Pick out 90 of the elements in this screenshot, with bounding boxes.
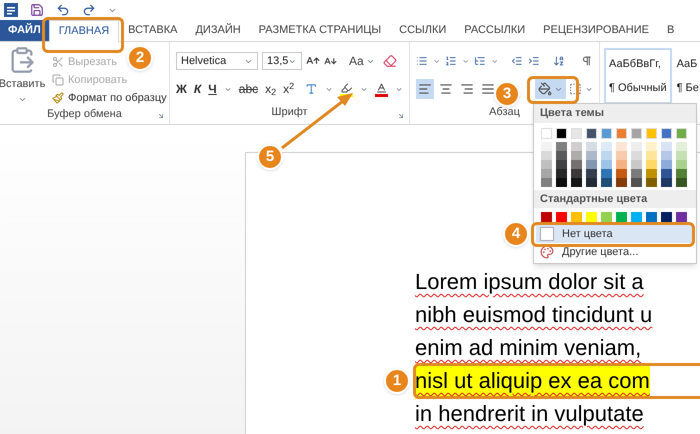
ribbon-tab[interactable]: ССЫЛКИ — [390, 20, 456, 41]
dialog-launcher-icon[interactable] — [157, 112, 165, 120]
format-button[interactable]: x$^{2}$ — [283, 80, 294, 98]
font-color-icon[interactable] — [374, 82, 388, 96]
app-logo-icon[interactable] — [4, 3, 18, 17]
align-justify-icon — [481, 82, 496, 96]
file-tab[interactable]: ФАЙЛ — [0, 20, 49, 41]
color-swatch[interactable] — [676, 212, 687, 222]
color-swatch[interactable] — [631, 212, 642, 222]
format-button[interactable]: Ч — [208, 80, 217, 98]
color-swatch[interactable] — [646, 142, 657, 150]
sort-icon[interactable] — [552, 54, 564, 68]
ribbon-tab[interactable]: ВСТАВКА — [119, 20, 186, 41]
multilevel-list-icon[interactable] — [474, 54, 486, 68]
dialog-launcher-icon[interactable] — [397, 112, 405, 120]
redo-icon[interactable] — [82, 3, 96, 17]
ribbon-tab[interactable]: ДИЗАЙН — [186, 20, 250, 41]
color-swatch[interactable] — [571, 212, 582, 222]
color-swatch[interactable] — [586, 212, 597, 222]
color-swatch[interactable] — [541, 142, 552, 150]
color-swatch[interactable] — [541, 212, 552, 222]
group-label: Абзац — [489, 104, 520, 120]
document-text-line: enim ad minim veniam, — [415, 334, 642, 362]
increase-indent-icon[interactable] — [528, 54, 540, 68]
style-gallery-item[interactable]: АаБ ¶ Бе — [674, 48, 700, 104]
borders-icon[interactable] — [569, 82, 582, 96]
document-text-line: in hendrerit in vulputate — [415, 400, 644, 428]
save-icon[interactable] — [30, 3, 44, 17]
align-right-icon — [460, 82, 474, 96]
font-name-field[interactable]: Helvetica — [176, 52, 258, 70]
clipboard-button[interactable]: Формат по образцу — [52, 90, 167, 106]
brush-icon — [52, 92, 64, 104]
eraser-icon[interactable] — [382, 54, 397, 68]
ribbon-tab[interactable]: ГЛАВНАЯ — [48, 20, 120, 42]
color-swatch[interactable] — [646, 128, 657, 138]
color-swatch[interactable] — [556, 128, 567, 138]
group-label: Шрифт — [271, 104, 308, 120]
menu-item[interactable]: Другие цвета... — [536, 243, 694, 261]
format-button[interactable]: x$_{2}$ — [265, 80, 276, 98]
decrease-indent-icon[interactable] — [511, 54, 524, 68]
pilcrow-icon[interactable] — [581, 54, 593, 68]
align-center-icon — [439, 82, 454, 96]
format-button[interactable]: abc — [238, 80, 258, 98]
menu-item[interactable]: Нет цвета — [536, 225, 694, 243]
copy-icon — [52, 74, 64, 86]
ribbon-tab[interactable]: В — [658, 20, 684, 41]
change-case-button[interactable]: Aa — [349, 52, 375, 70]
color-swatch[interactable] — [661, 128, 672, 138]
color-swatch[interactable] — [586, 128, 597, 138]
color-swatch[interactable] — [586, 142, 597, 150]
document-text-line: Lorem ipsum dolor sit a — [415, 268, 644, 296]
color-swatch[interactable] — [601, 212, 612, 222]
ribbon-tab[interactable]: РАССЫЛКИ — [455, 20, 534, 41]
color-swatch[interactable] — [571, 142, 582, 150]
format-button[interactable]: К — [194, 80, 202, 98]
align-left-icon — [418, 82, 432, 96]
text-effects-icon[interactable] — [305, 82, 318, 96]
color-swatch[interactable] — [646, 212, 657, 222]
ribbon-tab[interactable]: РЕЦЕНЗИРОВАНИЕ — [534, 20, 658, 41]
paste-button[interactable]: Вставить — [0, 46, 44, 106]
ribbon-tab[interactable]: РАЗМЕТКА СТРАНИЦЫ — [250, 20, 390, 41]
color-swatch[interactable] — [616, 128, 627, 138]
format-button[interactable]: Ж — [176, 80, 187, 98]
align-button[interactable] — [416, 79, 434, 99]
color-swatch[interactable] — [676, 128, 687, 138]
document-text-line: nibh euismod tincidunt u — [415, 301, 652, 329]
color-swatch[interactable] — [631, 128, 642, 138]
color-swatch[interactable] — [661, 142, 672, 150]
scissors-icon — [52, 56, 64, 68]
menu-section-title: Стандартные цвета — [534, 190, 696, 208]
menu-section-title: Цвета темы — [534, 104, 696, 122]
color-swatch[interactable] — [616, 142, 627, 150]
color-swatch[interactable] — [631, 142, 642, 150]
color-swatch[interactable] — [661, 212, 672, 222]
callout-outline — [527, 76, 579, 104]
color-swatch[interactable] — [556, 142, 567, 150]
palette-icon — [540, 245, 554, 259]
paint-bucket-icon — [538, 82, 552, 96]
color-swatch[interactable] — [541, 128, 552, 138]
color-swatch[interactable] — [616, 212, 627, 222]
color-swatch[interactable] — [601, 142, 612, 150]
color-swatch[interactable] — [556, 212, 567, 222]
undo-icon[interactable] — [56, 3, 70, 17]
color-swatch[interactable] — [601, 128, 612, 138]
numbering-icon[interactable] — [445, 54, 457, 68]
group-label: Буфер обмена — [47, 107, 122, 122]
color-swatch[interactable] — [571, 128, 582, 138]
color-swatch[interactable] — [676, 142, 687, 150]
font-size-field[interactable]: 13,5 — [262, 52, 302, 70]
shading-button[interactable] — [535, 79, 566, 99]
